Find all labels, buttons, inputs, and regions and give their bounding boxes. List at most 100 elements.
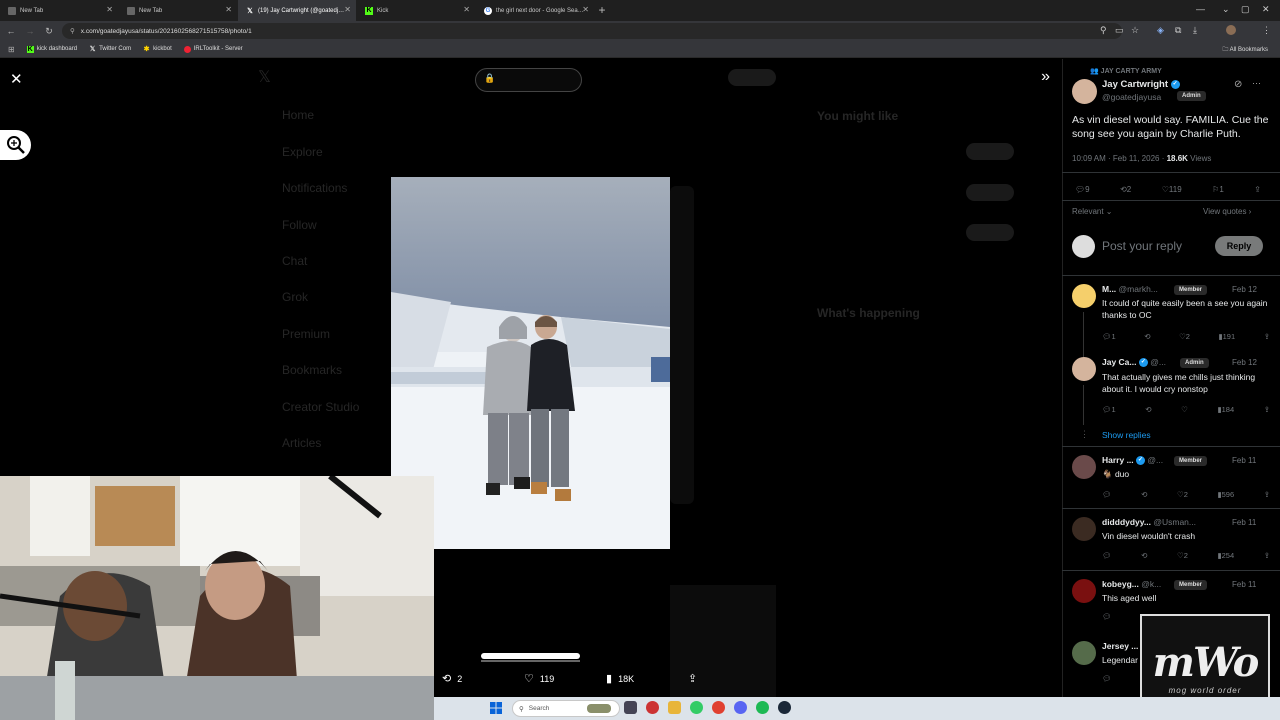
comment-icon[interactable]: 💬︎ xyxy=(1102,551,1112,560)
sort-dropdown[interactable]: Relevant ⌄ xyxy=(1072,207,1113,216)
reply-action[interactable]: 💬︎ 9 xyxy=(1075,185,1090,194)
avatar[interactable] xyxy=(1072,79,1097,104)
heart-icon[interactable]: ♡ xyxy=(1181,405,1188,414)
close-tab-icon[interactable]: ✕ xyxy=(106,5,113,14)
app-icon-green[interactable] xyxy=(690,701,703,714)
repost-stat[interactable]: ⟲ 2 xyxy=(442,672,462,685)
share-icon[interactable]: ⇪ xyxy=(1264,490,1270,499)
bookmark-item[interactable]: IRLToolkit - Server xyxy=(183,45,243,53)
puzzle-icon[interactable]: ⧉ xyxy=(1175,25,1181,36)
views-icon[interactable]: ▮ 184 xyxy=(1217,405,1234,414)
file-explorer-icon[interactable] xyxy=(668,701,681,714)
bookmark-action[interactable]: ⚐ 1 xyxy=(1212,185,1224,194)
minimize-icon[interactable]: — xyxy=(1196,4,1205,14)
browser-tab[interactable]: New Tab ✕ xyxy=(119,0,237,21)
carousel-indicator[interactable] xyxy=(481,653,580,659)
reply-item[interactable]: M... @markh... Member Feb 12 It could of… xyxy=(1062,284,1280,372)
repost-icon[interactable]: ⟲ xyxy=(1141,490,1147,499)
close-tab-icon[interactable]: ✕ xyxy=(463,5,470,14)
repost-icon[interactable]: ⟲ xyxy=(1145,405,1151,414)
avatar[interactable] xyxy=(1072,579,1096,603)
view-quotes-link[interactable]: View quotes › xyxy=(1203,207,1251,216)
url-input[interactable]: ⚲ x.com/goatedjayusa/status/2021602568271… xyxy=(62,23,1122,39)
like-action[interactable]: ♡ 119 xyxy=(1162,185,1182,194)
grok-icon[interactable]: ⊘ xyxy=(1234,79,1242,90)
repost-icon[interactable]: ⟲ xyxy=(1144,332,1150,341)
zoom-icon[interactable]: ⚲ xyxy=(1100,25,1107,36)
avatar[interactable] xyxy=(1072,455,1096,479)
reload-icon[interactable]: ↻ xyxy=(41,26,57,37)
forward-icon[interactable]: → xyxy=(22,26,38,36)
avatar[interactable] xyxy=(1072,357,1096,381)
views-icon[interactable]: ▮ 596 xyxy=(1217,490,1234,499)
star-icon[interactable]: ☆ xyxy=(1131,25,1139,36)
reply-button[interactable]: Reply xyxy=(1215,236,1263,256)
bookmark-item[interactable]: 𝕏 Twitter Com xyxy=(89,46,131,53)
share-icon[interactable]: ⇪ xyxy=(1264,551,1270,560)
more-options-icon[interactable]: ··· xyxy=(1252,78,1261,88)
comment-icon[interactable]: 💬︎ xyxy=(1102,490,1112,499)
back-icon[interactable]: ← xyxy=(3,26,19,36)
share-stat[interactable]: ⇪ xyxy=(688,672,703,685)
comment-icon[interactable]: 💬︎ xyxy=(1102,612,1112,621)
share-icon[interactable]: ⇪ xyxy=(1264,332,1270,341)
chrome-icon[interactable] xyxy=(712,701,725,714)
reply-item[interactable]: didddydyy... @Usman... Feb 11 Vin diesel… xyxy=(1062,517,1280,572)
author-name-row[interactable]: Jay Cartwright ✓ xyxy=(1102,79,1180,90)
all-bookmarks[interactable]: 🗀 All Bookmarks xyxy=(1222,45,1268,55)
taskbar-search-input[interactable]: ⚲ Search xyxy=(512,700,620,717)
extension-icon[interactable]: ◈ xyxy=(1157,25,1164,36)
heart-icon[interactable]: ♡ 2 xyxy=(1179,332,1190,341)
views-icon[interactable]: ▮ 191 xyxy=(1219,332,1236,341)
browser-tab[interactable]: Gthe girl next door - Google Sea… ✕ xyxy=(476,0,594,21)
comment-icon[interactable]: 💬︎ xyxy=(1102,674,1112,683)
share-icon[interactable]: ⇪ xyxy=(1264,405,1270,414)
tab-search-icon[interactable]: ⌄ xyxy=(1222,4,1230,15)
menu-icon[interactable]: ⋮ xyxy=(1262,25,1271,36)
zoom-lens-button[interactable] xyxy=(0,130,31,160)
avatar[interactable] xyxy=(1072,641,1096,665)
avatar[interactable] xyxy=(1072,284,1096,308)
repost-icon[interactable]: ⟲ xyxy=(1141,551,1147,560)
site-info-icon[interactable]: ⚲ xyxy=(70,27,75,35)
views-icon[interactable]: ▮ 254 xyxy=(1217,551,1234,560)
browser-tab[interactable]: K Kick ✕ xyxy=(357,0,475,21)
reply-input[interactable]: Post your reply xyxy=(1102,239,1182,253)
author-handle[interactable]: @goatedjayusa xyxy=(1102,92,1161,102)
my-avatar[interactable] xyxy=(1072,235,1095,258)
close-tab-icon[interactable]: ✕ xyxy=(225,5,232,14)
windows-start-icon[interactable] xyxy=(490,702,502,714)
close-tab-icon[interactable]: ✕ xyxy=(582,5,589,14)
comment-icon[interactable]: 💬︎ 1 xyxy=(1102,405,1116,414)
browser-tab-active[interactable]: 𝕏 (19) Jay Cartwright (@goatedj… ✕ xyxy=(238,0,356,21)
new-tab-button[interactable]: + xyxy=(595,0,609,21)
maximize-icon[interactable]: ▢ xyxy=(1241,4,1250,15)
repost-action[interactable]: ⟲ 2 xyxy=(1120,185,1131,194)
views-stat[interactable]: ▮ 18K xyxy=(606,672,634,685)
like-stat[interactable]: ♡ 119 xyxy=(524,672,554,685)
app-icon-red[interactable] xyxy=(646,701,659,714)
spotify-icon[interactable] xyxy=(756,701,769,714)
task-view-icon[interactable] xyxy=(624,701,637,714)
comment-icon[interactable]: 💬︎ 1 xyxy=(1102,332,1116,341)
avatar[interactable] xyxy=(1072,517,1096,541)
share-action[interactable]: ⇪ xyxy=(1254,185,1261,194)
steam-icon[interactable] xyxy=(778,701,791,714)
heart-icon[interactable]: ♡ 2 xyxy=(1177,551,1188,560)
download-icon[interactable]: ⤓ xyxy=(1193,25,1197,36)
close-window-icon[interactable]: ✕ xyxy=(1262,4,1270,15)
bookmark-item[interactable]: ✱ kickbot xyxy=(143,46,172,53)
close-icon[interactable]: ✕ xyxy=(10,70,23,88)
discord-icon[interactable] xyxy=(734,701,747,714)
cast-icon[interactable]: ▭ xyxy=(1115,25,1124,36)
browser-tab[interactable]: New Tab ✕ xyxy=(0,0,118,21)
community-label[interactable]: 👥 JAY CARTY ARMY xyxy=(1090,67,1162,75)
expand-panel-icon[interactable]: » xyxy=(1041,68,1050,86)
apps-icon[interactable]: ⊞ xyxy=(8,45,15,54)
bookmark-item[interactable]: Kkick dashboard xyxy=(26,45,77,53)
reply-item[interactable]: Jay Ca... ✓ @... Admin Feb 12 That actua… xyxy=(1062,357,1280,427)
reply-item[interactable]: Harry ... ✓ @... Member Feb 11 🐐 duo 💬︎ ⟲… xyxy=(1062,455,1280,510)
show-replies-link[interactable]: Show replies xyxy=(1102,430,1151,440)
heart-icon[interactable]: ♡ 2 xyxy=(1177,490,1188,499)
lock-bar[interactable]: 🔒 xyxy=(475,68,582,92)
